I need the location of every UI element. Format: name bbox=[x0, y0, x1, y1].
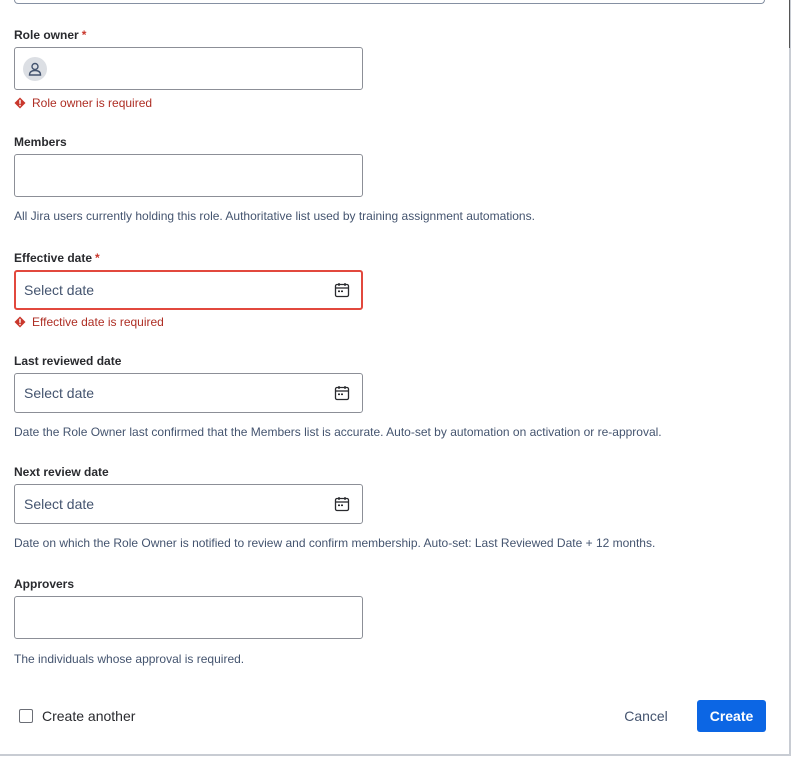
role-owner-error: Role owner is required bbox=[14, 96, 152, 110]
members-help-text: All Jira users currently holding this ro… bbox=[14, 209, 535, 223]
next-review-date-picker[interactable]: Select date bbox=[14, 484, 363, 524]
effective-date-error-text: Effective date is required bbox=[32, 315, 164, 329]
last-reviewed-date-help-text: Date the Role Owner last confirmed that … bbox=[14, 425, 662, 439]
calendar-icon[interactable] bbox=[334, 496, 350, 512]
user-avatar-icon bbox=[23, 57, 47, 81]
cancel-button[interactable]: Cancel bbox=[612, 700, 680, 732]
effective-date-error: Effective date is required bbox=[14, 315, 164, 329]
role-owner-input[interactable] bbox=[14, 47, 363, 90]
role-owner-error-text: Role owner is required bbox=[32, 96, 153, 110]
scrollbar-edge bbox=[789, 0, 790, 48]
create-button[interactable]: Create bbox=[697, 700, 766, 732]
members-input[interactable] bbox=[14, 154, 363, 197]
approvers-input[interactable] bbox=[14, 596, 363, 639]
error-icon bbox=[14, 316, 26, 328]
create-dialog: Role owner * Role owner is required Membe… bbox=[0, 0, 791, 756]
calendar-icon[interactable] bbox=[334, 385, 350, 401]
create-another-label[interactable]: Create another bbox=[42, 708, 135, 724]
calendar-icon[interactable] bbox=[334, 282, 350, 298]
effective-date-placeholder: Select date bbox=[24, 282, 95, 298]
last-reviewed-date-placeholder: Select date bbox=[24, 385, 95, 401]
required-marker: * bbox=[95, 251, 100, 265]
previous-field-input[interactable] bbox=[14, 0, 765, 4]
last-reviewed-date-picker[interactable]: Select date bbox=[14, 373, 363, 413]
members-label: Members bbox=[14, 135, 67, 149]
role-owner-label: Role owner * bbox=[14, 28, 86, 42]
required-marker: * bbox=[81, 28, 87, 42]
approvers-label: Approvers bbox=[14, 577, 75, 591]
create-another-checkbox[interactable] bbox=[19, 709, 33, 723]
effective-date-label: Effective date * bbox=[14, 251, 100, 265]
effective-date-picker[interactable]: Select date bbox=[14, 270, 363, 310]
role-owner-label-text: Role owner bbox=[14, 28, 79, 42]
next-review-date-help-text: Date on which the Role Owner is notified… bbox=[14, 536, 656, 550]
next-review-date-placeholder: Select date bbox=[24, 496, 95, 512]
last-reviewed-date-label: Last reviewed date bbox=[14, 354, 122, 368]
approvers-help-text: The individuals whose approval is requir… bbox=[14, 652, 245, 666]
effective-date-label-text: Effective date bbox=[14, 251, 93, 265]
next-review-date-label: Next review date bbox=[14, 465, 109, 479]
error-icon bbox=[14, 97, 26, 109]
